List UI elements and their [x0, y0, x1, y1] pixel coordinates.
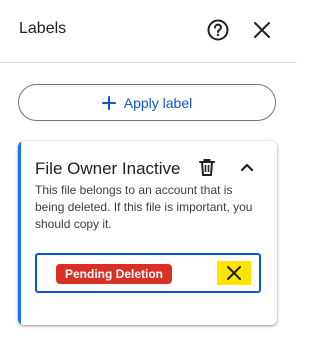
help-circle-icon: [207, 19, 229, 41]
panel-header: Labels: [0, 0, 297, 63]
collapse-button[interactable]: [235, 155, 259, 179]
label-field[interactable]: Pending Deletion: [35, 253, 261, 293]
plus-icon: [101, 95, 116, 110]
apply-label-button[interactable]: Apply label: [18, 84, 276, 121]
close-button[interactable]: [250, 18, 274, 42]
apply-label-text: Apply label: [123, 94, 193, 111]
card-description: This file belongs to an account that is …: [35, 183, 253, 231]
card-title: File Owner Inactive: [35, 159, 181, 178]
x-icon: [227, 266, 241, 280]
panel-title: Labels: [19, 20, 67, 37]
help-button[interactable]: [206, 18, 230, 42]
pending-deletion-chip: Pending Deletion: [56, 264, 173, 284]
trash-icon: [199, 159, 215, 176]
delete-label-button[interactable]: [195, 155, 219, 179]
close-icon: [254, 22, 270, 38]
chevron-up-icon: [240, 163, 254, 172]
remove-label-button[interactable]: [217, 261, 251, 285]
card-accent-bar: [18, 141, 21, 325]
label-card: File Owner Inactive This file belongs to…: [18, 141, 277, 325]
